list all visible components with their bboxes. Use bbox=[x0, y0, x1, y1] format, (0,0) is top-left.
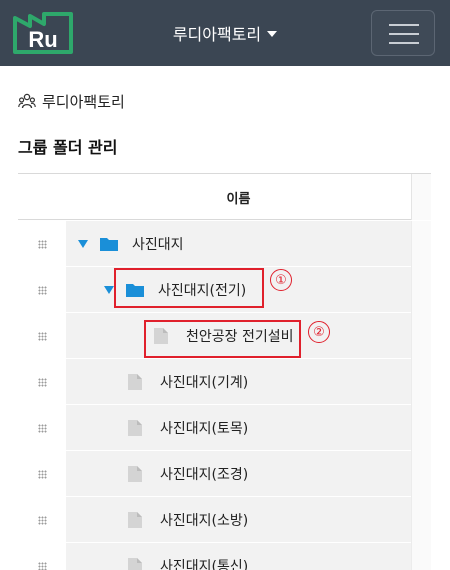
tree-node-label: 사진대지(소방) bbox=[160, 513, 249, 529]
annotation-marker: ② bbox=[308, 321, 330, 343]
logo-text: Ru bbox=[28, 27, 57, 52]
file-icon bbox=[128, 558, 142, 570]
tree-node-label: 사진대지(기계) bbox=[160, 375, 249, 391]
file-icon bbox=[128, 374, 142, 390]
table-row: 사진대지(통신) bbox=[18, 543, 431, 570]
caret-down-icon bbox=[267, 31, 278, 37]
table-row: 사진대지(기계) bbox=[18, 359, 431, 405]
tree-node-label: 사진대지(토목) bbox=[160, 421, 249, 437]
table-row: 사진대지(토목) bbox=[18, 405, 431, 451]
tree-node-folder[interactable]: 사진대지 bbox=[78, 221, 184, 267]
annotation-highlight-box bbox=[144, 320, 301, 358]
table-row: 사진대지(소방) bbox=[18, 497, 431, 543]
people-group-icon bbox=[18, 93, 36, 109]
tree-node-file[interactable]: 사진대지(기계) bbox=[128, 359, 248, 405]
breadcrumb-label: 루디아팩토리 bbox=[42, 92, 125, 111]
drag-handle-icon[interactable] bbox=[18, 359, 66, 405]
table-header: 이름 bbox=[18, 174, 431, 220]
tree-node-label: 사진대지(통신) bbox=[160, 559, 249, 570]
org-selector-dropdown[interactable]: 루디아팩토리 bbox=[150, 20, 300, 46]
folder-icon bbox=[100, 238, 118, 251]
table-row: 사진대지 bbox=[18, 221, 431, 267]
drag-handle-icon[interactable] bbox=[18, 221, 66, 267]
folder-tree-table: 이름 사진대지 사진대지(전기) 천안공장 전기설비 사진대지(기계) 사진대지… bbox=[18, 173, 431, 570]
drag-handle-icon[interactable] bbox=[18, 543, 66, 570]
drag-handle-icon[interactable] bbox=[18, 267, 66, 313]
page-title: 그룹 폴더 관리 bbox=[18, 138, 118, 157]
column-header-name[interactable]: 이름 bbox=[66, 174, 411, 220]
tree-node-file[interactable]: 사진대지(조경) bbox=[128, 451, 248, 497]
drag-handle-icon[interactable] bbox=[18, 405, 66, 451]
annotation-marker: ① bbox=[270, 269, 292, 291]
table-row: 사진대지(조경) bbox=[18, 451, 431, 497]
tree-node-label: 사진대지 bbox=[132, 237, 184, 253]
drag-handle-icon[interactable] bbox=[18, 313, 66, 359]
org-name: 루디아팩토리 bbox=[172, 25, 262, 44]
expand-triangle-icon[interactable] bbox=[78, 240, 88, 248]
hamburger-menu-button[interactable] bbox=[371, 10, 435, 56]
drag-handle-icon[interactable] bbox=[18, 497, 66, 543]
factory-logo-icon[interactable]: Ru bbox=[12, 12, 74, 54]
drag-handle-icon[interactable] bbox=[18, 451, 66, 497]
tree-node-label: 사진대지(조경) bbox=[160, 467, 249, 483]
file-icon bbox=[128, 420, 142, 436]
hamburger-menu-icon bbox=[389, 33, 419, 35]
hamburger-menu-icon bbox=[389, 42, 419, 44]
file-icon bbox=[128, 512, 142, 528]
hamburger-menu-icon bbox=[389, 24, 419, 26]
tree-node-file[interactable]: 사진대지(소방) bbox=[128, 497, 248, 543]
tree-node-file[interactable]: 사진대지(통신) bbox=[128, 543, 248, 570]
breadcrumb: 루디아팩토리 bbox=[18, 90, 125, 112]
expand-triangle-icon[interactable] bbox=[104, 286, 114, 294]
annotation-highlight-box bbox=[114, 268, 264, 308]
file-icon bbox=[128, 466, 142, 482]
top-navbar: Ru 루디아팩토리 bbox=[0, 0, 450, 66]
column-header-spacer bbox=[411, 174, 431, 220]
tree-node-file[interactable]: 사진대지(토목) bbox=[128, 405, 248, 451]
